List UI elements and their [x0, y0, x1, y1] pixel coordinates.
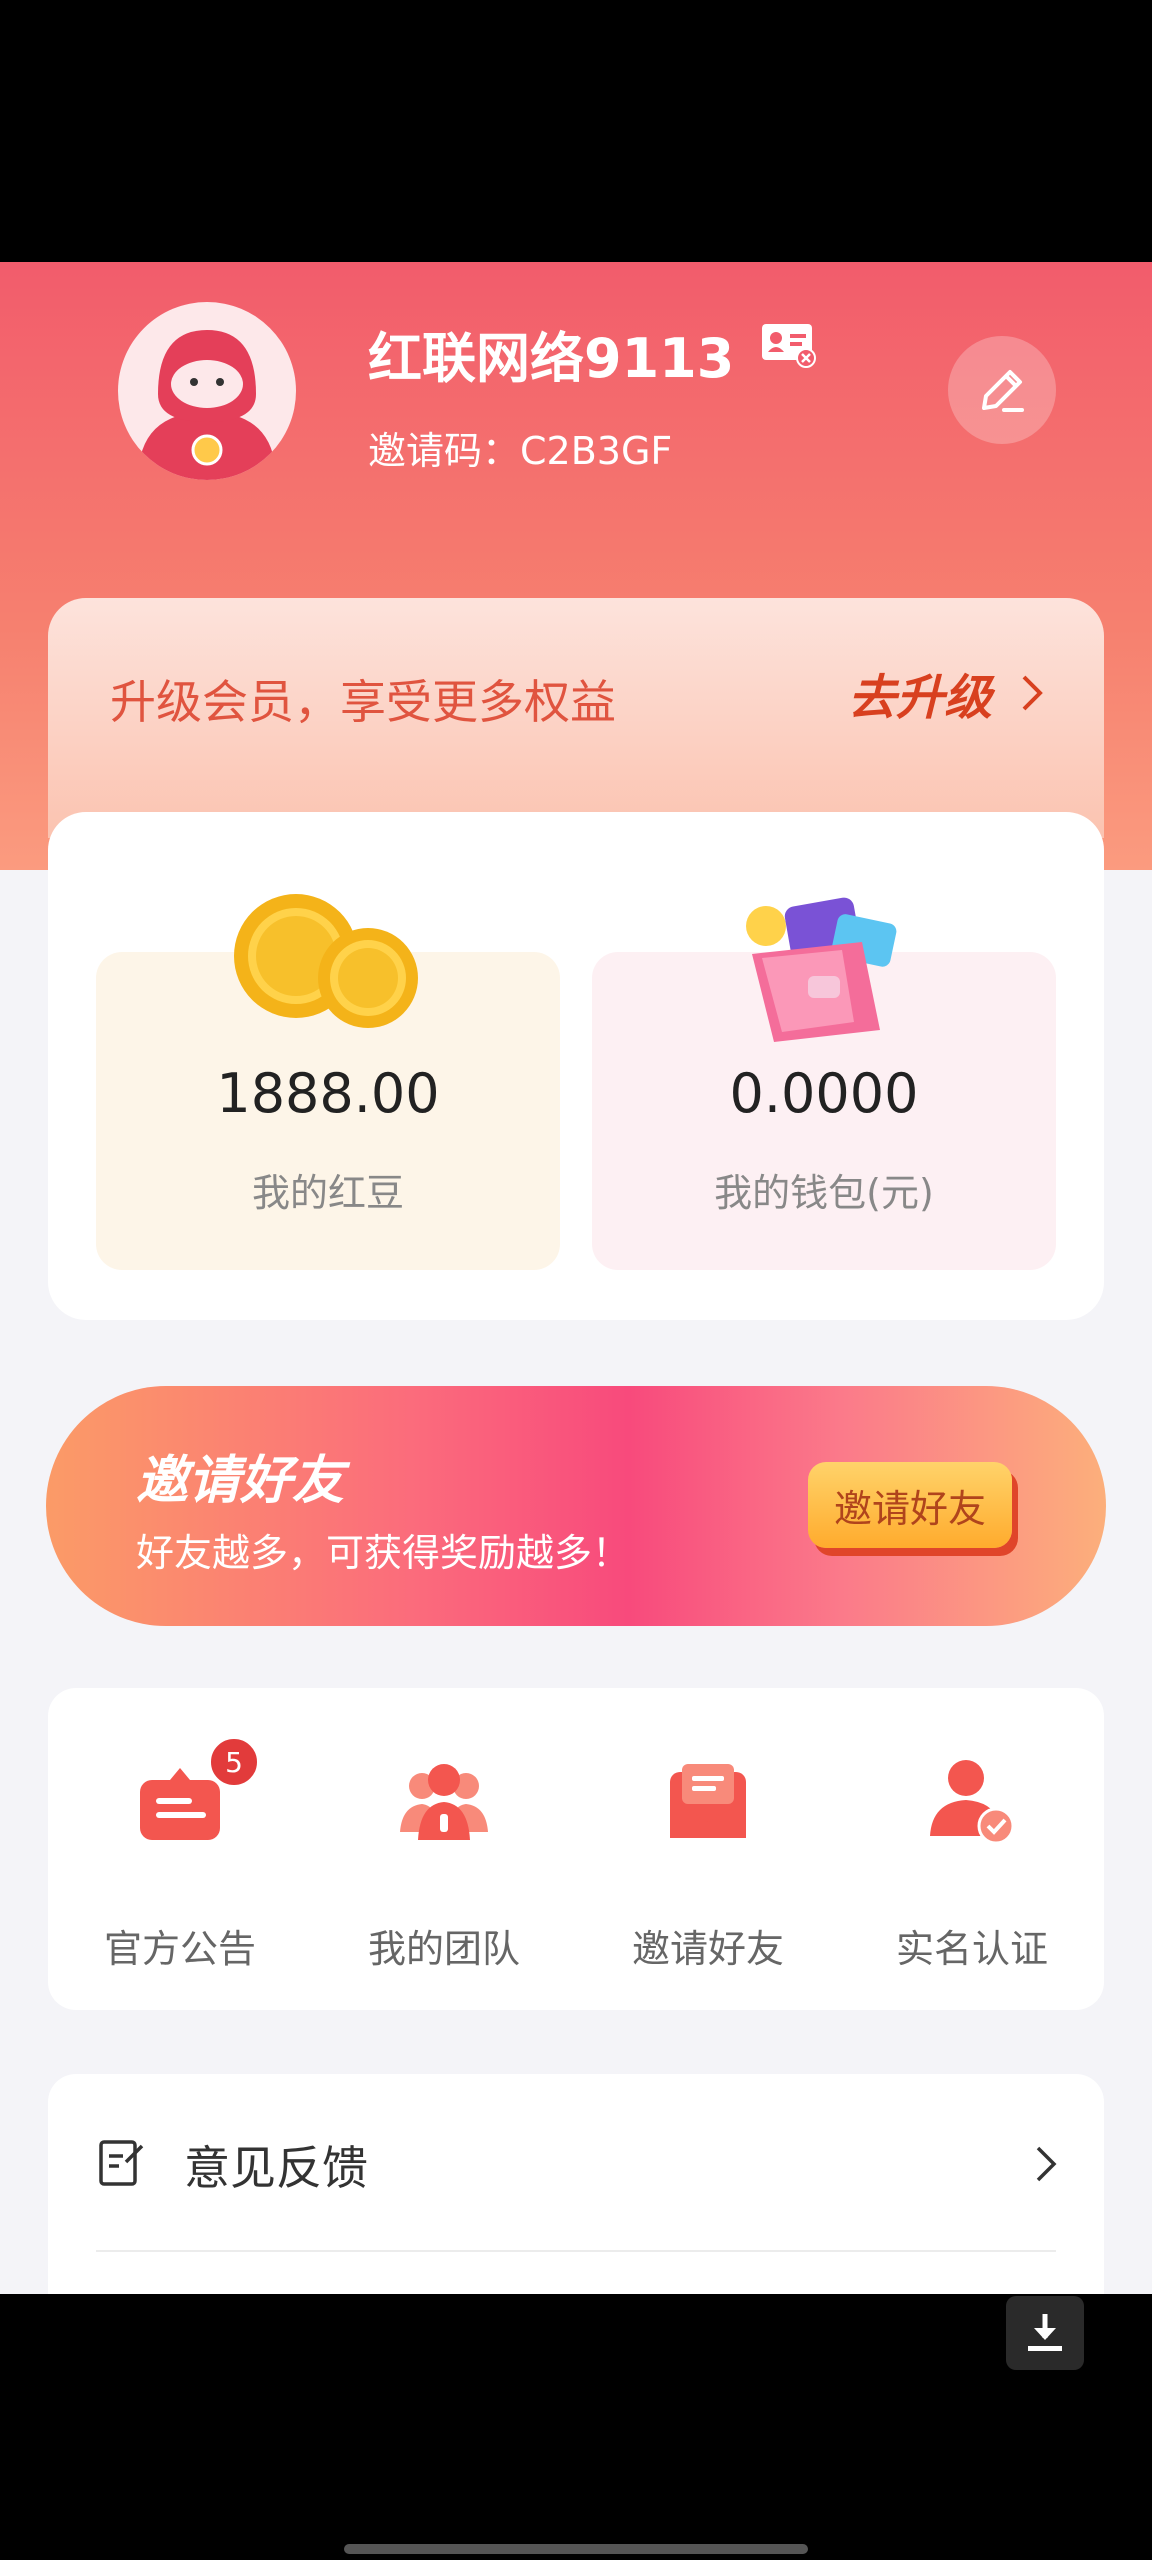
gold-coins-icon [234, 894, 418, 1028]
invite-friends-button[interactable]: 邀请好友 [808, 1462, 1012, 1548]
app-screen: 红联网络9113 邀请码：C2B3GF 升级会员，享受更多权益 去升级 1888… [0, 262, 1152, 2294]
upgrade-text: 升级会员，享受更多权益 [110, 675, 616, 729]
shortcut-label: 官方公告 [103, 1927, 256, 1971]
profile-header: 红联网络9113 邀请码：C2B3GF 升级会员，享受更多权益 去升级 [0, 262, 1152, 870]
upgrade-membership-card[interactable]: 升级会员，享受更多权益 去升级 [48, 598, 1104, 838]
invite-mail-icon [670, 1764, 746, 1838]
shortcut-invite-friends[interactable]: 邀请好友 [576, 1688, 840, 2010]
team-icon [400, 1764, 488, 1840]
id-card-unverified-icon[interactable] [760, 320, 818, 368]
invite-banner-subtitle: 好友越多，可获得奖励越多！ [136, 1531, 631, 1575]
beans-label: 我的红豆 [251, 1171, 404, 1215]
pencil-icon [982, 370, 1024, 412]
wallet-icon [746, 897, 897, 1042]
verified-user-icon [930, 1760, 1015, 1845]
chevron-right-icon [1022, 675, 1043, 711]
shortcut-label: 实名认证 [895, 1927, 1048, 1971]
chevron-right-icon [1036, 2146, 1057, 2182]
invite-code: 邀请码：C2B3GF [368, 429, 673, 473]
upgrade-link-label: 去升级 [847, 670, 992, 726]
wallet-label: 我的钱包(元) [714, 1171, 934, 1215]
avatar[interactable] [118, 302, 296, 480]
shortcut-real-name-verification[interactable]: 实名认证 [840, 1688, 1104, 2010]
settings-menu: 意见反馈 [48, 2074, 1104, 2294]
download-icon [1028, 2314, 1062, 2351]
wallet-value: 0.0000 [729, 1062, 919, 1125]
edit-profile-button[interactable] [948, 336, 1056, 444]
feedback-edit-icon [99, 2140, 144, 2186]
assets-card: 1888.00 我的红豆 0.0000 我的钱包(元) [48, 812, 1104, 1320]
home-indicator[interactable] [344, 2544, 808, 2554]
download-button[interactable] [1006, 2296, 1084, 2370]
shortcut-my-team[interactable]: 我的团队 [312, 1688, 576, 2010]
notification-badge: 5 [208, 1736, 260, 1788]
shortcut-label: 我的团队 [367, 1927, 520, 1971]
menu-item-feedback[interactable]: 意见反馈 [48, 2074, 1104, 2250]
shortcuts-grid: 5 官方公告 我的团队 邀请好友 实名认证 [48, 1688, 1104, 2010]
beans-value: 1888.00 [216, 1062, 440, 1125]
shortcut-announcement[interactable]: 5 官方公告 [48, 1688, 312, 2010]
invite-banner-title: 邀请好友 [136, 1451, 345, 1511]
username: 红联网络9113 [368, 327, 735, 390]
divider [96, 2250, 1056, 2252]
invite-friends-banner[interactable]: 邀请好友 好友越多，可获得奖励越多！ 邀请好友 [46, 1386, 1106, 1626]
feedback-label: 意见反馈 [184, 2141, 368, 2195]
shortcut-label: 邀请好友 [631, 1927, 784, 1971]
upgrade-link[interactable]: 去升级 [848, 658, 1044, 728]
